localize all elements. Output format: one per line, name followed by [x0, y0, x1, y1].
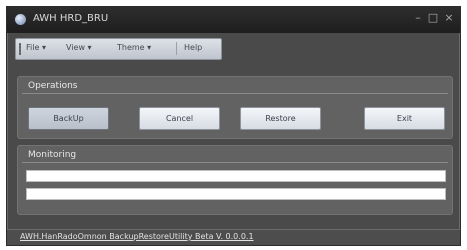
app-globe-icon	[15, 14, 26, 25]
menu-help-label: Help	[184, 43, 203, 52]
minimize-icon[interactable]: –	[411, 11, 425, 25]
restore-button[interactable]: Restore	[240, 107, 321, 130]
exit-button[interactable]: Exit	[364, 107, 445, 130]
close-icon[interactable]: ×	[442, 11, 456, 25]
panel-divider	[22, 93, 448, 94]
window-title: AWH HRD_BRU	[33, 13, 109, 24]
menu-separator	[176, 42, 177, 55]
maximize-icon[interactable]: □	[426, 11, 440, 25]
app-window: AWH HRD_BRU – □ × File ▾ View ▾ Theme ▾ …	[6, 6, 461, 246]
menu-view[interactable]: View ▾	[66, 43, 92, 52]
title-bar[interactable]: AWH HRD_BRU – □ ×	[7, 7, 460, 33]
progress-bar	[26, 188, 446, 200]
toolbar-grip-icon[interactable]	[19, 43, 21, 55]
chevron-down-icon: ▾	[147, 43, 152, 52]
status-bar: AWH.HanRadoOmnon BackupRestoreUtility Be…	[7, 229, 460, 245]
monitoring-title: Monitoring	[28, 150, 77, 160]
panel-divider	[22, 162, 448, 163]
cancel-button[interactable]: Cancel	[139, 107, 220, 130]
menu-view-label: View	[66, 43, 85, 52]
monitoring-panel: Monitoring	[17, 145, 453, 215]
operations-panel: Operations BackUp Cancel Restore Exit	[17, 76, 453, 139]
menu-bar: File ▾ View ▾ Theme ▾ Help	[15, 38, 222, 60]
menu-theme[interactable]: Theme ▾	[117, 43, 151, 52]
operations-title: Operations	[28, 81, 78, 91]
backup-button[interactable]: BackUp	[28, 107, 109, 130]
status-text: AWH.HanRadoOmnon BackupRestoreUtility Be…	[20, 232, 254, 241]
menu-help[interactable]: Help	[184, 43, 202, 52]
menu-file-label: File	[26, 43, 40, 52]
menu-theme-label: Theme	[117, 43, 145, 52]
progress-bar	[26, 170, 446, 182]
chevron-down-icon: ▾	[41, 43, 46, 52]
chevron-down-icon: ▾	[87, 43, 92, 52]
menu-file[interactable]: File ▾	[26, 43, 46, 52]
